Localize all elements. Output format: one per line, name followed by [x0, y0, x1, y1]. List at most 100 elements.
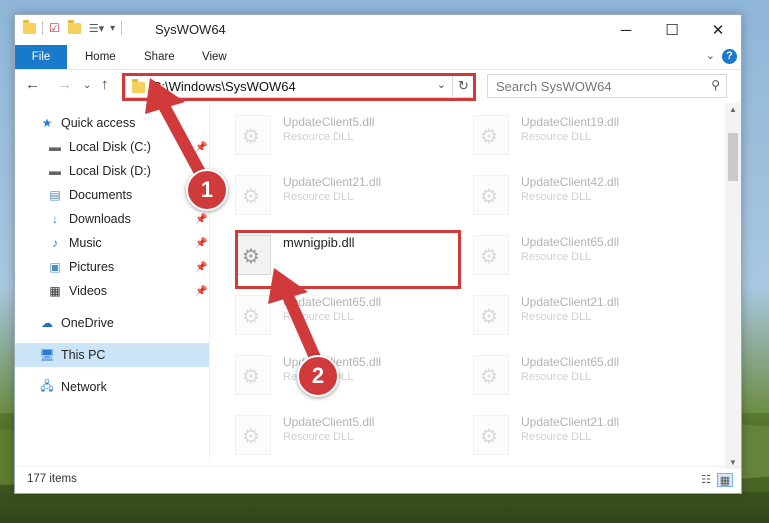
drive-icon: ▬: [49, 140, 61, 154]
file-description: Resource DLL: [283, 431, 354, 443]
documents-icon: ▤: [49, 188, 61, 202]
list-item[interactable]: UpdateClient19.dll Resource DLL: [457, 105, 687, 161]
dll-file-icon: [235, 115, 271, 155]
tab-share[interactable]: Share: [144, 45, 175, 69]
dll-file-icon: [235, 175, 271, 215]
dll-file-icon: [235, 355, 271, 395]
sidebar-item-network[interactable]: 🖧 Network: [15, 375, 209, 399]
sidebar-item-label: Quick access: [61, 116, 136, 130]
sidebar-item-local-disk-c[interactable]: ▬ Local Disk (C:) 📌: [15, 135, 209, 159]
sidebar-item-documents[interactable]: ▤ Documents 📌: [15, 183, 209, 207]
list-item[interactable]: UpdateClient21.dll Resource DLL: [219, 165, 449, 221]
chevron-down-icon[interactable]: ▾: [110, 23, 115, 34]
download-icon: ↓: [52, 212, 58, 226]
status-bar: 177 items ☷ ▦: [15, 466, 741, 493]
list-item[interactable]: UpdateClient5.dll Resource DLL: [219, 105, 449, 161]
customize-icon[interactable]: ☰▾: [89, 22, 104, 35]
list-item[interactable]: UpdateClient65.dll Resource DLL: [219, 285, 449, 341]
sidebar-item-quick-access[interactable]: ★ Quick access: [15, 111, 209, 135]
sidebar-item-downloads[interactable]: ↓ Downloads 📌: [15, 207, 209, 231]
dll-file-icon: [235, 415, 271, 455]
address-highlight-box: [122, 73, 476, 101]
dll-file-icon: [473, 115, 509, 155]
sidebar-item-label: Network: [61, 380, 107, 394]
sidebar-item-label: Local Disk (D:): [69, 164, 151, 178]
minimize-button[interactable]: ─: [603, 15, 649, 45]
file-name: UpdateClient21.dll: [521, 295, 620, 309]
sidebar-item-videos[interactable]: ▦ Videos 📌: [15, 279, 209, 303]
dll-file-icon: [473, 415, 509, 455]
sidebar-item-music[interactable]: ♪ Music 📌: [15, 231, 209, 255]
help-button[interactable]: ?: [722, 49, 737, 64]
file-description: Resource DLL: [521, 131, 592, 143]
tab-file[interactable]: File: [15, 45, 67, 69]
vertical-scrollbar[interactable]: ▲ ▼: [725, 103, 741, 469]
pin-icon[interactable]: 📌: [195, 142, 207, 153]
search-placeholder: Search SysWOW64: [496, 79, 612, 94]
pane-divider[interactable]: [209, 103, 210, 463]
list-item[interactable]: UpdateClient65.dll Resource DLL: [457, 345, 687, 401]
sidebar-item-label: This PC: [61, 348, 106, 362]
folder-icon: [23, 19, 36, 34]
ribbon: File Home Share View ⌄ ?: [15, 45, 741, 70]
scroll-thumb[interactable]: [728, 133, 738, 181]
pictures-icon: ▣: [49, 260, 61, 274]
dll-file-icon: [473, 175, 509, 215]
window-title: SysWOW64: [155, 22, 226, 37]
search-icon: ⚲: [711, 78, 720, 92]
star-icon: ★: [41, 116, 53, 130]
sidebar-item-label: Pictures: [69, 260, 115, 274]
up-button[interactable]: ↑: [101, 76, 109, 93]
large-icons-view-icon[interactable]: ▦: [717, 473, 733, 487]
item-count: 177 items: [27, 473, 77, 485]
sidebar-item-onedrive[interactable]: ☁ OneDrive: [15, 311, 209, 335]
sidebar-item-this-pc[interactable]: 🖥 This PC: [15, 343, 209, 367]
navigation-pane: ★ Quick access ▬ Local Disk (C:) 📌 ▬ Loc…: [15, 103, 209, 463]
sidebar-item-label: OneDrive: [61, 316, 114, 330]
new-folder-icon[interactable]: [67, 19, 81, 34]
pin-icon[interactable]: 📌: [195, 214, 207, 225]
file-name: UpdateClient21.dll: [521, 415, 620, 429]
search-input[interactable]: Search SysWOW64 ⚲: [487, 74, 727, 98]
title-bar: ☑ ☰▾ ▾ SysWOW64 ─ ☐ ✕: [15, 15, 741, 45]
file-description: Resource DLL: [283, 191, 354, 203]
pin-icon[interactable]: 📌: [195, 262, 207, 273]
list-item[interactable]: UpdateClient21.dll Resource DLL: [457, 405, 687, 461]
file-explorer-window: ☑ ☰▾ ▾ SysWOW64 ─ ☐ ✕ File Home Share Vi…: [14, 14, 742, 494]
tab-view[interactable]: View: [202, 45, 227, 69]
dll-file-icon: [473, 295, 509, 335]
list-item[interactable]: UpdateClient5.dll Resource DLL: [219, 405, 449, 461]
close-button[interactable]: ✕: [695, 15, 741, 45]
forward-button[interactable]: →: [57, 76, 72, 93]
sidebar-item-label: Local Disk (C:): [69, 140, 151, 154]
sidebar-item-local-disk-d[interactable]: ▬ Local Disk (D:): [15, 159, 209, 183]
recent-locations-button[interactable]: ⌄: [83, 80, 91, 91]
file-name: UpdateClient21.dll: [283, 175, 382, 189]
toolbar-divider: [42, 21, 43, 35]
pin-icon[interactable]: 📌: [195, 238, 207, 249]
sidebar-item-label: Videos: [69, 284, 107, 298]
step-2-badge: 2: [297, 355, 339, 397]
computer-icon: 🖥: [39, 348, 55, 362]
dll-file-icon: [473, 235, 509, 275]
music-icon: ♪: [52, 236, 58, 250]
tab-home[interactable]: Home: [85, 45, 116, 69]
file-description: Resource DLL: [283, 131, 354, 143]
maximize-button[interactable]: ☐: [649, 15, 695, 45]
details-view-icon[interactable]: ☷: [699, 473, 713, 486]
step-1-badge: 1: [186, 169, 228, 211]
chevron-down-icon[interactable]: ⌄: [706, 49, 715, 62]
list-item[interactable]: UpdateClient65.dll Resource DLL: [457, 225, 687, 281]
sidebar-item-pictures[interactable]: ▣ Pictures 📌: [15, 255, 209, 279]
list-item[interactable]: UpdateClient21.dll Resource DLL: [457, 285, 687, 341]
properties-icon[interactable]: ☑: [49, 21, 60, 35]
scroll-up-icon[interactable]: ▲: [725, 105, 741, 114]
title-divider: [121, 21, 123, 35]
quick-access-toolbar: ☑ ☰▾ ▾: [23, 19, 128, 35]
file-name: UpdateClient19.dll: [521, 115, 620, 129]
pin-icon[interactable]: 📌: [195, 286, 207, 297]
file-name: UpdateClient65.dll: [521, 235, 620, 249]
file-description: Resource DLL: [521, 251, 592, 263]
list-item[interactable]: UpdateClient42.dll Resource DLL: [457, 165, 687, 221]
back-button[interactable]: ←: [25, 76, 40, 93]
